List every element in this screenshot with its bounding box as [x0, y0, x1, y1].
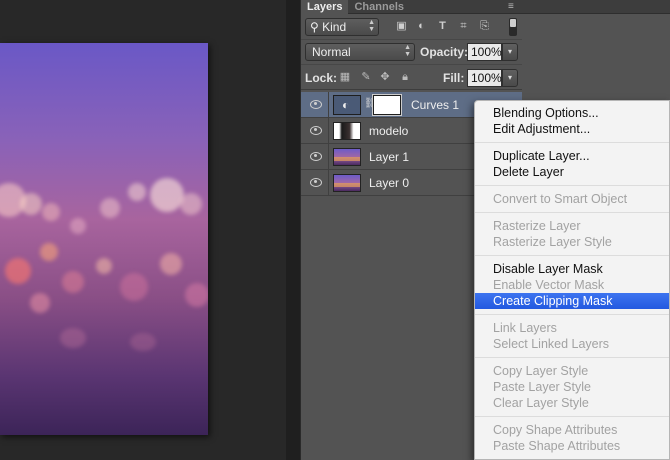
tab-layers[interactable]: Layers [301, 0, 349, 14]
menu-separator [475, 314, 669, 315]
menu-item-copy-layer-style: Copy Layer Style [493, 364, 589, 378]
menu-item-blending-options[interactable]: Blending Options... [475, 105, 669, 121]
lock-position-icon[interactable]: ✥ [379, 71, 391, 83]
menu-item-copy-shape-attributes: Copy Shape Attributes [493, 423, 618, 437]
lock-label: Lock: [305, 71, 338, 85]
menu-item-rasterize-layer-style: Rasterize Layer Style [493, 235, 612, 249]
menu-separator [475, 142, 669, 143]
visibility-eye-icon[interactable] [310, 178, 322, 187]
layer-mask-thumbnail[interactable] [372, 94, 402, 116]
filter-toggle-switch[interactable] [509, 18, 517, 36]
menu-item-paste-shape-attributes: Paste Shape Attributes [493, 439, 621, 453]
filter-smart-objects-icon[interactable]: ⎘ [478, 20, 491, 33]
panel-right-area [522, 0, 670, 100]
menu-item-convert-to-smart-object: Convert to Smart Object [493, 192, 628, 206]
menu-separator [475, 416, 669, 417]
opacity-dropdown-button[interactable]: ▾ [502, 43, 518, 61]
menu-item-duplicate-layer[interactable]: Duplicate Layer... [475, 148, 669, 164]
lock-transparent-pixels-icon[interactable]: ▦ [339, 71, 351, 83]
menu-separator [475, 357, 669, 358]
opacity-label: Opacity: [420, 45, 469, 59]
blend-mode-select[interactable]: Normal ▲ ▼ [305, 43, 415, 61]
visibility-eye-icon[interactable] [310, 126, 322, 135]
layer-filter-row: ⚲ Kind ▲ ▼ ▣ ◐ T ⌗ ⎘ [301, 14, 523, 40]
updown-arrows-icon: ▲ ▼ [368, 19, 375, 33]
panel-tab-strip: ≡ [508, 0, 670, 14]
layer-thumbnail[interactable] [333, 122, 361, 140]
fill-label: Fill: [443, 71, 465, 85]
filter-pixel-layers-icon[interactable]: ▣ [395, 20, 408, 33]
menu-item-delete-layer[interactable]: Delete Layer [475, 164, 669, 180]
canvas-area[interactable] [0, 0, 300, 460]
document-canvas-image[interactable] [0, 43, 208, 435]
search-icon: ⚲ [310, 20, 319, 34]
curves-adjustment-icon[interactable] [333, 95, 361, 115]
layer-thumbnail[interactable] [333, 148, 361, 166]
menu-item-disable-layer-mask[interactable]: Disable Layer Mask [475, 261, 669, 277]
layer-name[interactable]: Layer 0 [369, 176, 409, 190]
layer-name[interactable]: modelo [369, 124, 408, 138]
blend-mode-value: Normal [312, 45, 351, 59]
menu-item-create-clipping-mask[interactable]: Create Clipping Mask [475, 293, 669, 309]
menu-item-link-layers: Link Layers [493, 321, 557, 335]
filter-kind-label: Kind [322, 20, 347, 34]
lock-image-pixels-icon[interactable]: ✎ [360, 71, 372, 83]
filter-shape-layers-icon[interactable]: ⌗ [457, 20, 470, 33]
layer-context-menu: Blending Options... Edit Adjustment... Dup… [474, 100, 670, 460]
menu-separator [475, 185, 669, 186]
menu-item-enable-vector-mask: Enable Vector Mask [493, 278, 605, 292]
visibility-eye-icon[interactable] [310, 100, 322, 109]
menu-separator [475, 255, 669, 256]
panel-divider [286, 0, 300, 460]
panel-tab-bar: Layers Channels [301, 0, 522, 14]
layer-thumbnail[interactable] [333, 174, 361, 192]
menu-item-edit-adjustment[interactable]: Edit Adjustment... [475, 121, 669, 137]
menu-item-select-linked-layers: Select Linked Layers [493, 337, 610, 351]
fill-dropdown-button[interactable]: ▾ [502, 69, 518, 87]
layer-name[interactable]: Layer 1 [369, 150, 409, 164]
opacity-field[interactable]: 100% [467, 43, 502, 61]
visibility-eye-icon[interactable] [310, 152, 322, 161]
lock-row: Lock: ▦ ✎ ✥ 🔒︎ Fill: 100% ▾ [301, 65, 523, 90]
filter-adjustment-layers-icon[interactable]: ◐ [415, 20, 428, 33]
updown-arrows-icon: ▲ ▼ [404, 44, 411, 58]
menu-item-rasterize-layer: Rasterize Layer [493, 219, 581, 233]
menu-item-paste-layer-style: Paste Layer Style [493, 380, 591, 394]
menu-separator [475, 212, 669, 213]
fill-field[interactable]: 100% [467, 69, 502, 87]
blend-row: Normal ▲ ▼ Opacity: 100% ▾ [301, 40, 523, 65]
panel-menu-icon[interactable]: ≡ [508, 0, 668, 14]
layer-name[interactable]: Curves 1 [411, 98, 459, 112]
lock-all-icon[interactable]: 🔒︎ [399, 71, 411, 83]
tab-channels[interactable]: Channels [348, 0, 410, 14]
filter-type-layers-icon[interactable]: T [436, 20, 449, 33]
filter-kind-select[interactable]: ⚲ Kind ▲ ▼ [305, 18, 379, 36]
menu-item-clear-layer-style: Clear Layer Style [493, 396, 589, 410]
